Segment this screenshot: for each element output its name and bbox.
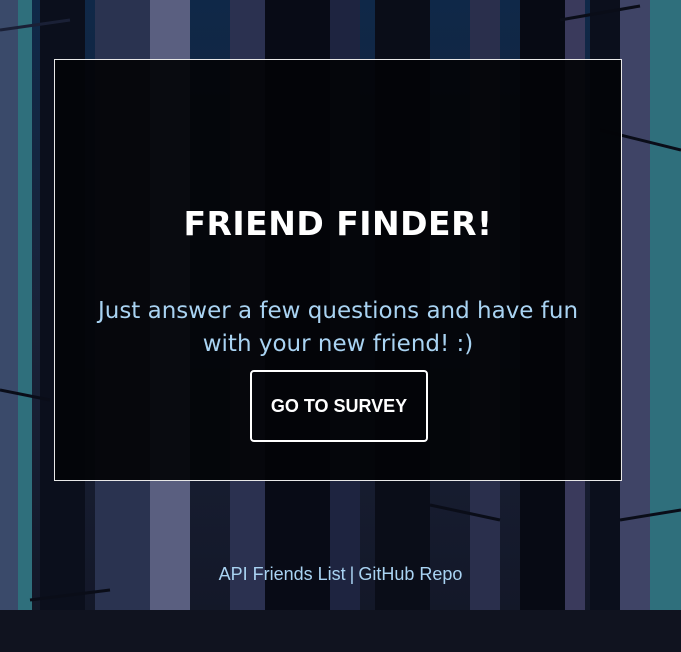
footer-links: API Friends List | GitHub Repo bbox=[0, 564, 681, 585]
api-friends-list-link[interactable]: API Friends List bbox=[219, 564, 346, 584]
github-repo-link[interactable]: GitHub Repo bbox=[358, 564, 462, 584]
hero-subtitle: Just answer a few questions and have fun… bbox=[97, 298, 579, 357]
footer-separator: | bbox=[349, 564, 355, 584]
page: FRIEND FINDER! Just answer a few questio… bbox=[0, 0, 681, 652]
go-to-survey-button[interactable]: GO TO SURVEY bbox=[250, 370, 428, 442]
hero-card: FRIEND FINDER! Just answer a few questio… bbox=[54, 59, 622, 481]
page-title: FRIEND FINDER! bbox=[183, 204, 493, 243]
